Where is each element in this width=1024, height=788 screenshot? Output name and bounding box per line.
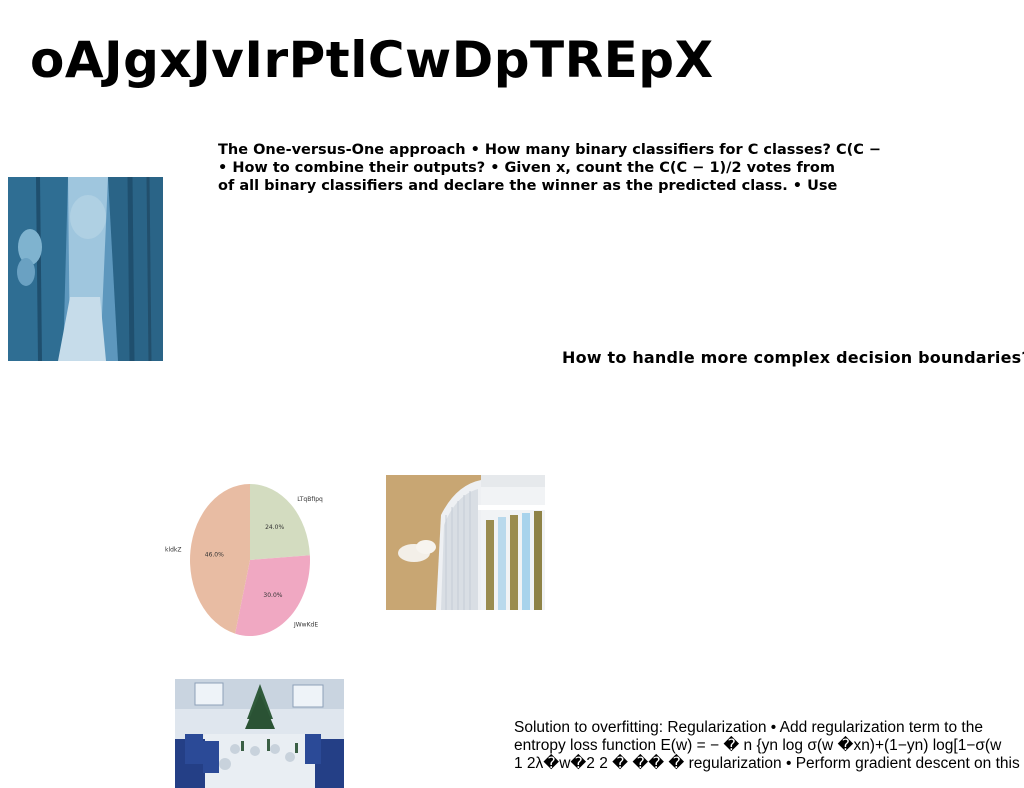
- pie-category-label: JWwKdE: [293, 621, 318, 628]
- text-line: 1 2λ�w�2 2 � �� � regularization • Perfo…: [514, 755, 1020, 772]
- text-line: entropy loss function E(w) = − � n {yn l…: [514, 737, 1002, 754]
- bullet-line: The One-versus-One approach • How many b…: [218, 142, 882, 158]
- question-heading: How to handle more complex decision boun…: [562, 348, 1024, 367]
- pie-category-label: LTqBfIpq: [297, 496, 323, 503]
- regularization-text-block: Solution to overfitting: Regularization …: [514, 719, 1020, 773]
- bullet-line: • How to combine their outputs? • Given …: [218, 160, 835, 176]
- bullet-text-block: The One-versus-One approach • How many b…: [218, 141, 908, 195]
- forest-photo: [8, 177, 163, 361]
- pie-percent-label: 46.0%: [205, 551, 224, 558]
- pie-chart: 24.0% LTqBfIpq 30.0% JWwKdE 46.0% kldkZ: [165, 484, 323, 636]
- dining-room-photo: [175, 679, 344, 788]
- text-line: Solution to overfitting: Regularization …: [514, 719, 983, 736]
- bullet-line: of all binary classifiers and declare th…: [218, 178, 838, 194]
- pie-percent-label: 24.0%: [265, 524, 284, 531]
- building-photo: [386, 475, 545, 610]
- slide-title: oAJgxJvIrPtlCwDpTREpX: [30, 31, 714, 89]
- pie-category-label: kldkZ: [165, 547, 182, 554]
- pie-percent-label: 30.0%: [263, 592, 282, 599]
